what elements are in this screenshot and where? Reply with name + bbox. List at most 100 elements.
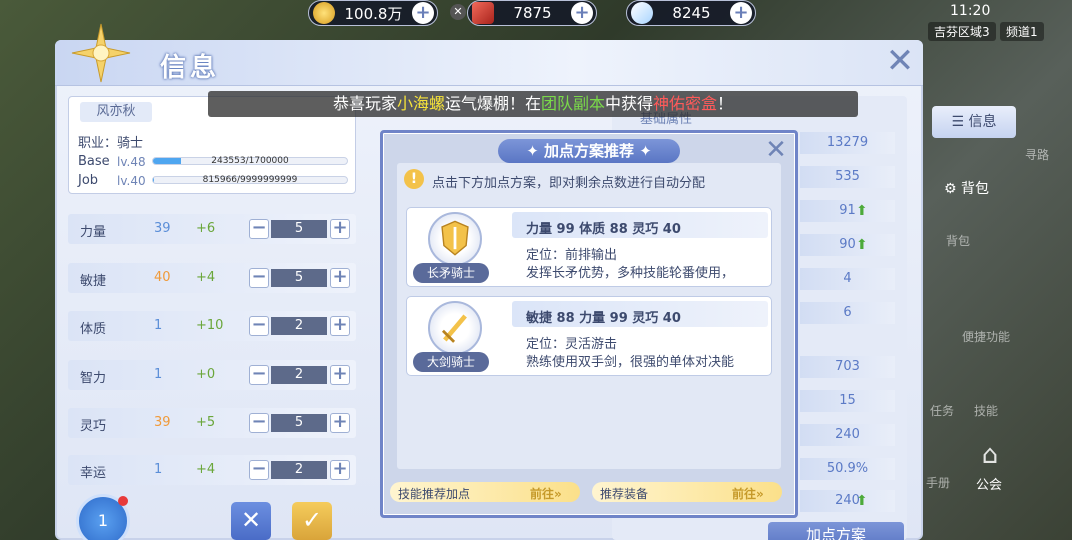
plan-role-sword: 定位：灵活游击 <box>526 337 618 352</box>
side-guild-label[interactable]: 公会 <box>976 474 1002 493</box>
side-task-label[interactable]: 任务 <box>930 402 954 419</box>
compass-star-icon <box>71 23 131 83</box>
plan-stats-spear: 力量 99 体质 88 灵巧 40 <box>526 222 681 237</box>
job-exp-label: Job <box>78 173 99 188</box>
attribute-value: 4 <box>800 268 895 290</box>
sparkle-icon: ✦ <box>526 142 544 160</box>
diamond-add-button[interactable]: + <box>730 2 752 24</box>
stat-name: 智力 <box>80 371 107 386</box>
sword-icon <box>428 301 482 355</box>
skill-recommend-link[interactable]: 技能推荐加点 前往» <box>390 482 580 502</box>
plan-role-spear: 定位：前排输出 <box>526 248 618 263</box>
character-name: 风亦秋 <box>80 102 152 122</box>
stat-allocated-value: 2 <box>271 461 327 479</box>
stat-bonus-value: +6 <box>196 221 216 236</box>
side-shortcut-label[interactable]: 便捷功能 <box>962 328 1010 345</box>
stat-name: 体质 <box>80 322 107 337</box>
side-tab-bag[interactable]: ⚙ 背包 <box>944 178 989 198</box>
stat-name: 灵巧 <box>80 419 107 434</box>
cancel-button[interactable]: ✕ <box>231 502 271 540</box>
confirm-button[interactable]: ✓ <box>292 502 332 540</box>
attribute-value: 91 <box>800 200 895 222</box>
announcement-marquee: 恭喜玩家小海螺运气爆棚！在团队副本中获得神佑密盒！ <box>208 91 858 117</box>
job-value: 骑士 <box>117 136 144 151</box>
stat-base-value: 1 <box>154 318 163 333</box>
skill-link-label: 技能推荐加点 <box>398 487 471 501</box>
stat-decrease-button[interactable]: − <box>249 365 269 385</box>
stat-increase-button[interactable]: + <box>330 413 350 433</box>
stat-increase-button[interactable]: + <box>330 219 350 239</box>
stat-decrease-button[interactable]: − <box>249 413 269 433</box>
region-label: 吉芬区域3 <box>928 22 996 41</box>
job-exp-text: 815966/9999999999 <box>202 175 298 185</box>
stat-decrease-button[interactable]: − <box>249 460 269 480</box>
side-skill-label[interactable]: 技能 <box>974 402 998 419</box>
attribute-value: 90 <box>800 234 895 256</box>
gold-add-button[interactable]: + <box>412 2 434 24</box>
channel-select[interactable]: 频道1 <box>1000 22 1044 41</box>
gold-value: 100.8万 <box>344 4 403 23</box>
stat-increase-button[interactable]: + <box>330 365 350 385</box>
gold-counter: 100.8万 + <box>308 0 438 26</box>
attribute-value: 240 <box>800 424 895 446</box>
stat-allocated-value: 2 <box>271 317 327 335</box>
diamond-icon <box>631 2 653 24</box>
plan-stats-sword: 敏捷 88 力量 99 灵巧 40 <box>526 311 681 326</box>
red-gem-icon <box>472 2 494 24</box>
stat-decrease-button[interactable]: − <box>249 268 269 288</box>
diamond-value: 8245 <box>672 4 711 22</box>
stat-bonus-value: +4 <box>196 462 216 477</box>
attribute-value: 50.9% <box>800 458 895 480</box>
stat-decrease-button[interactable]: − <box>249 219 269 239</box>
job-label: 职业：骑士 <box>78 136 144 151</box>
plan-tag-sword: 大剑骑士 <box>413 352 489 372</box>
stat-bonus-value: +4 <box>196 270 216 285</box>
attribute-value: 703 <box>800 356 895 378</box>
stat-increase-button[interactable]: + <box>330 460 350 480</box>
stat-base-value: 40 <box>154 270 171 285</box>
equip-recommend-link[interactable]: 推荐装备 前往» <box>592 482 782 502</box>
upgrade-arrow-icon: ⬆ <box>856 493 868 509</box>
notification-dot <box>118 496 128 506</box>
side-manual-label[interactable]: 手册 <box>926 474 950 491</box>
item-name: 神佑密盒 <box>653 94 718 113</box>
gem-add-button[interactable]: + <box>571 2 593 24</box>
attribute-value: 6 <box>800 302 895 324</box>
base-level: lv.48 <box>117 155 146 169</box>
stat-allocated-value: 5 <box>271 269 327 287</box>
popup-close-button[interactable]: ✕ <box>762 137 790 164</box>
attribute-value: 535 <box>800 166 895 188</box>
diamond-counter: 8245 + <box>626 0 756 26</box>
popup-title: ✦ 加点方案推荐 ✦ <box>498 139 680 163</box>
side-equip-label: 背包 <box>946 234 971 248</box>
stat-increase-button[interactable]: + <box>330 268 350 288</box>
stat-name: 敏捷 <box>80 274 107 289</box>
panel-close-button[interactable]: ✕ <box>884 44 916 78</box>
stat-decrease-button[interactable]: − <box>249 316 269 336</box>
stat-base-value: 1 <box>154 462 163 477</box>
equip-go-label: 前往» <box>732 487 764 501</box>
stat-name: 幸运 <box>80 466 107 481</box>
side-tab-info[interactable]: ☰ 信息 <box>932 106 1016 138</box>
clock: 11:20 <box>950 3 991 19</box>
plan-button[interactable]: 加点方案 <box>768 522 904 540</box>
attribute-value: 15 <box>800 390 895 412</box>
stat-base-value: 39 <box>154 221 171 236</box>
base-exp-text: 243553/1700000 <box>211 156 289 166</box>
attribute-value: 240 <box>800 490 895 512</box>
plan-desc-sword: 熟练使用双手剑，很强的单体对决能 <box>526 355 735 370</box>
warning-icon: ! <box>404 169 424 189</box>
base-label: Base <box>78 154 110 169</box>
stat-increase-button[interactable]: + <box>330 316 350 336</box>
spear-shield-icon <box>428 212 482 266</box>
attribute-value: 13279 <box>800 132 895 154</box>
stat-allocated-value: 2 <box>271 366 327 384</box>
panel-title: 信息 <box>160 53 221 83</box>
plan-desc-spear: 发挥长矛优势，多种技能轮番使用， <box>526 266 735 281</box>
stat-allocated-value: 5 <box>271 220 327 238</box>
stat-allocated-value: 5 <box>271 414 327 432</box>
popup-hint: 点击下方加点方案，即对剩余点数进行自动分配 <box>432 176 706 191</box>
stat-bonus-value: +5 <box>196 415 216 430</box>
equip-link-label: 推荐装备 <box>600 487 649 501</box>
gold-coin-icon <box>313 2 335 24</box>
